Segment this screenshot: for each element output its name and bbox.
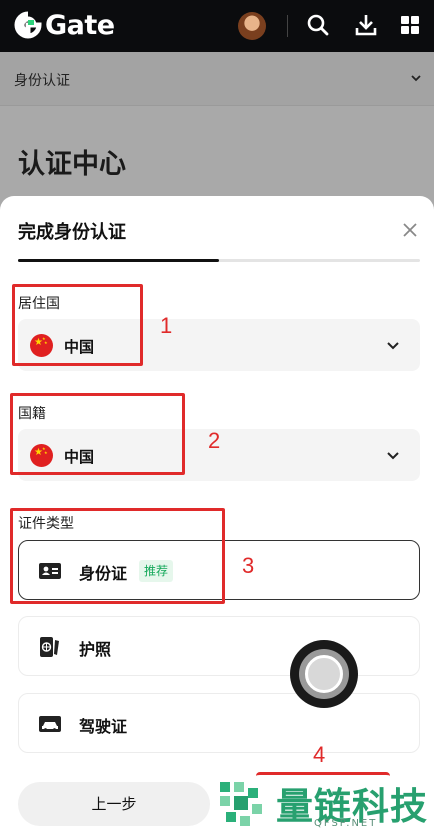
progress-fill xyxy=(18,259,219,262)
id-option-label: 驾驶证 xyxy=(79,717,128,736)
divider xyxy=(287,15,288,37)
chevron-down-icon xyxy=(387,342,399,350)
search-icon[interactable] xyxy=(306,13,330,37)
annotation-number-4: 4 xyxy=(313,742,326,767)
breadcrumb: 身份认证 xyxy=(14,73,70,89)
annotation-number-1: 1 xyxy=(160,313,173,338)
close-icon[interactable] xyxy=(402,222,418,238)
chevron-down-icon xyxy=(387,452,399,460)
floating-assistive-button[interactable] xyxy=(290,640,358,708)
avatar[interactable] xyxy=(238,12,266,40)
annotation-number-3: 3 xyxy=(242,553,255,578)
watermark-subtext: QFSP.NET xyxy=(314,818,378,829)
logo-text: Gate xyxy=(45,9,115,41)
annotation-box-1 xyxy=(12,284,143,366)
annotation-box-3 xyxy=(10,508,225,604)
progress-bar xyxy=(18,259,420,262)
annotation-box-2 xyxy=(10,393,185,475)
apps-grid-icon[interactable] xyxy=(398,13,422,37)
id-option-driver-license[interactable]: 驾驶证 xyxy=(18,693,420,753)
watermark-logo-icon xyxy=(220,782,262,826)
page-title: 认证中心 xyxy=(18,149,126,180)
passport-icon xyxy=(40,637,59,657)
id-option-passport[interactable]: 护照 xyxy=(18,616,420,676)
driver-license-icon xyxy=(39,716,61,732)
watermark: 量链科技 QFSP.NET xyxy=(214,772,434,835)
sheet-title: 完成身份认证 xyxy=(18,222,126,243)
annotation-number-2: 2 xyxy=(208,428,221,453)
download-icon[interactable] xyxy=(354,13,378,37)
gate-logo[interactable]: Gate xyxy=(14,9,115,41)
id-option-label: 护照 xyxy=(79,640,112,659)
gate-logo-icon xyxy=(14,11,42,39)
top-bar: Gate xyxy=(0,0,434,52)
previous-step-button[interactable]: 上一步 xyxy=(18,782,210,826)
breadcrumb-bar[interactable]: 身份认证 xyxy=(0,52,434,106)
chevron-down-icon xyxy=(411,75,421,82)
